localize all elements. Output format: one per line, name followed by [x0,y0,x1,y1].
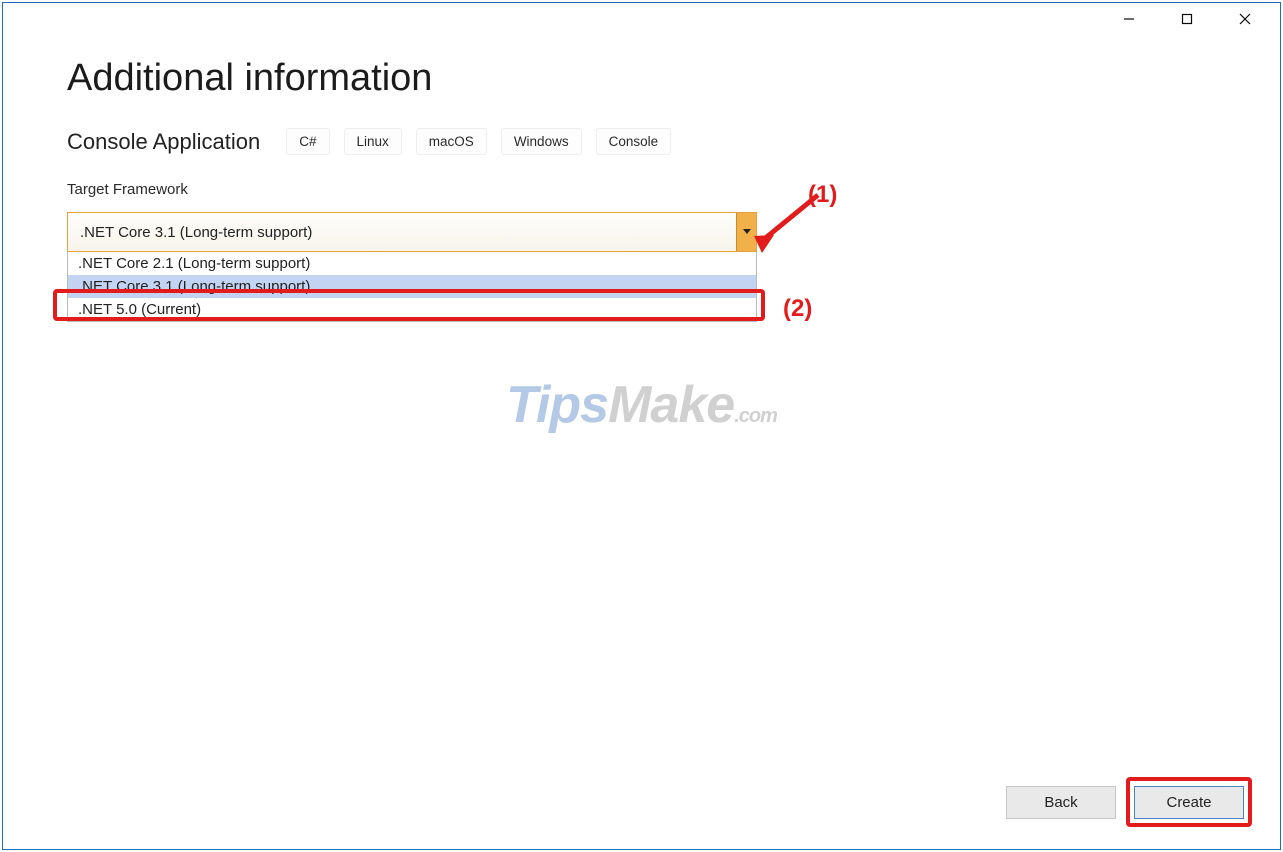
project-type-row: Console Application C# Linux macOS Windo… [67,128,1216,155]
project-type-name: Console Application [67,129,260,155]
option-netcore21[interactable]: .NET Core 2.1 (Long-term support) [68,252,756,275]
minimize-icon [1123,13,1135,25]
back-button[interactable]: Back [1006,786,1116,819]
close-icon [1239,13,1251,25]
wm-ake: ake [650,376,734,434]
page-title: Additional information [67,57,1216,100]
annotation-label-2: (2) [783,295,812,323]
close-button[interactable] [1222,3,1268,35]
target-framework-label: Target Framework [67,181,1216,198]
target-framework-select: .NET Core 3.1 (Long-term support) .NET C… [67,212,757,252]
framework-dropdown: .NET Core 2.1 (Long-term support) .NET C… [67,252,757,322]
tag-macos: macOS [416,128,487,155]
dropdown-arrow-button[interactable] [736,213,756,251]
wm-m: M [608,376,650,434]
option-netcore31[interactable]: .NET Core 3.1 (Long-term support) [68,275,756,298]
window-frame: Additional information Console Applicati… [2,2,1281,850]
select-value: .NET Core 3.1 (Long-term support) [68,224,736,241]
option-net50[interactable]: .NET 5.0 (Current) [68,298,756,321]
minimize-button[interactable] [1106,3,1152,35]
wm-com: .com [734,405,777,427]
titlebar [1106,3,1280,35]
create-button[interactable]: Create [1134,786,1244,819]
tag-windows: Windows [501,128,582,155]
content-area: Additional information Console Applicati… [67,57,1216,252]
tag-csharp: C# [286,128,329,155]
wm-t: T [506,376,536,434]
maximize-button[interactable] [1164,3,1210,35]
footer-buttons: Back Create [1006,786,1244,819]
select-box[interactable]: .NET Core 3.1 (Long-term support) [67,212,757,252]
wm-ips: ips [536,376,608,434]
watermark: TipsMake.com [506,375,777,435]
tag-linux: Linux [344,128,402,155]
tag-console: Console [596,128,672,155]
maximize-icon [1181,13,1193,25]
chevron-down-icon [743,229,751,235]
